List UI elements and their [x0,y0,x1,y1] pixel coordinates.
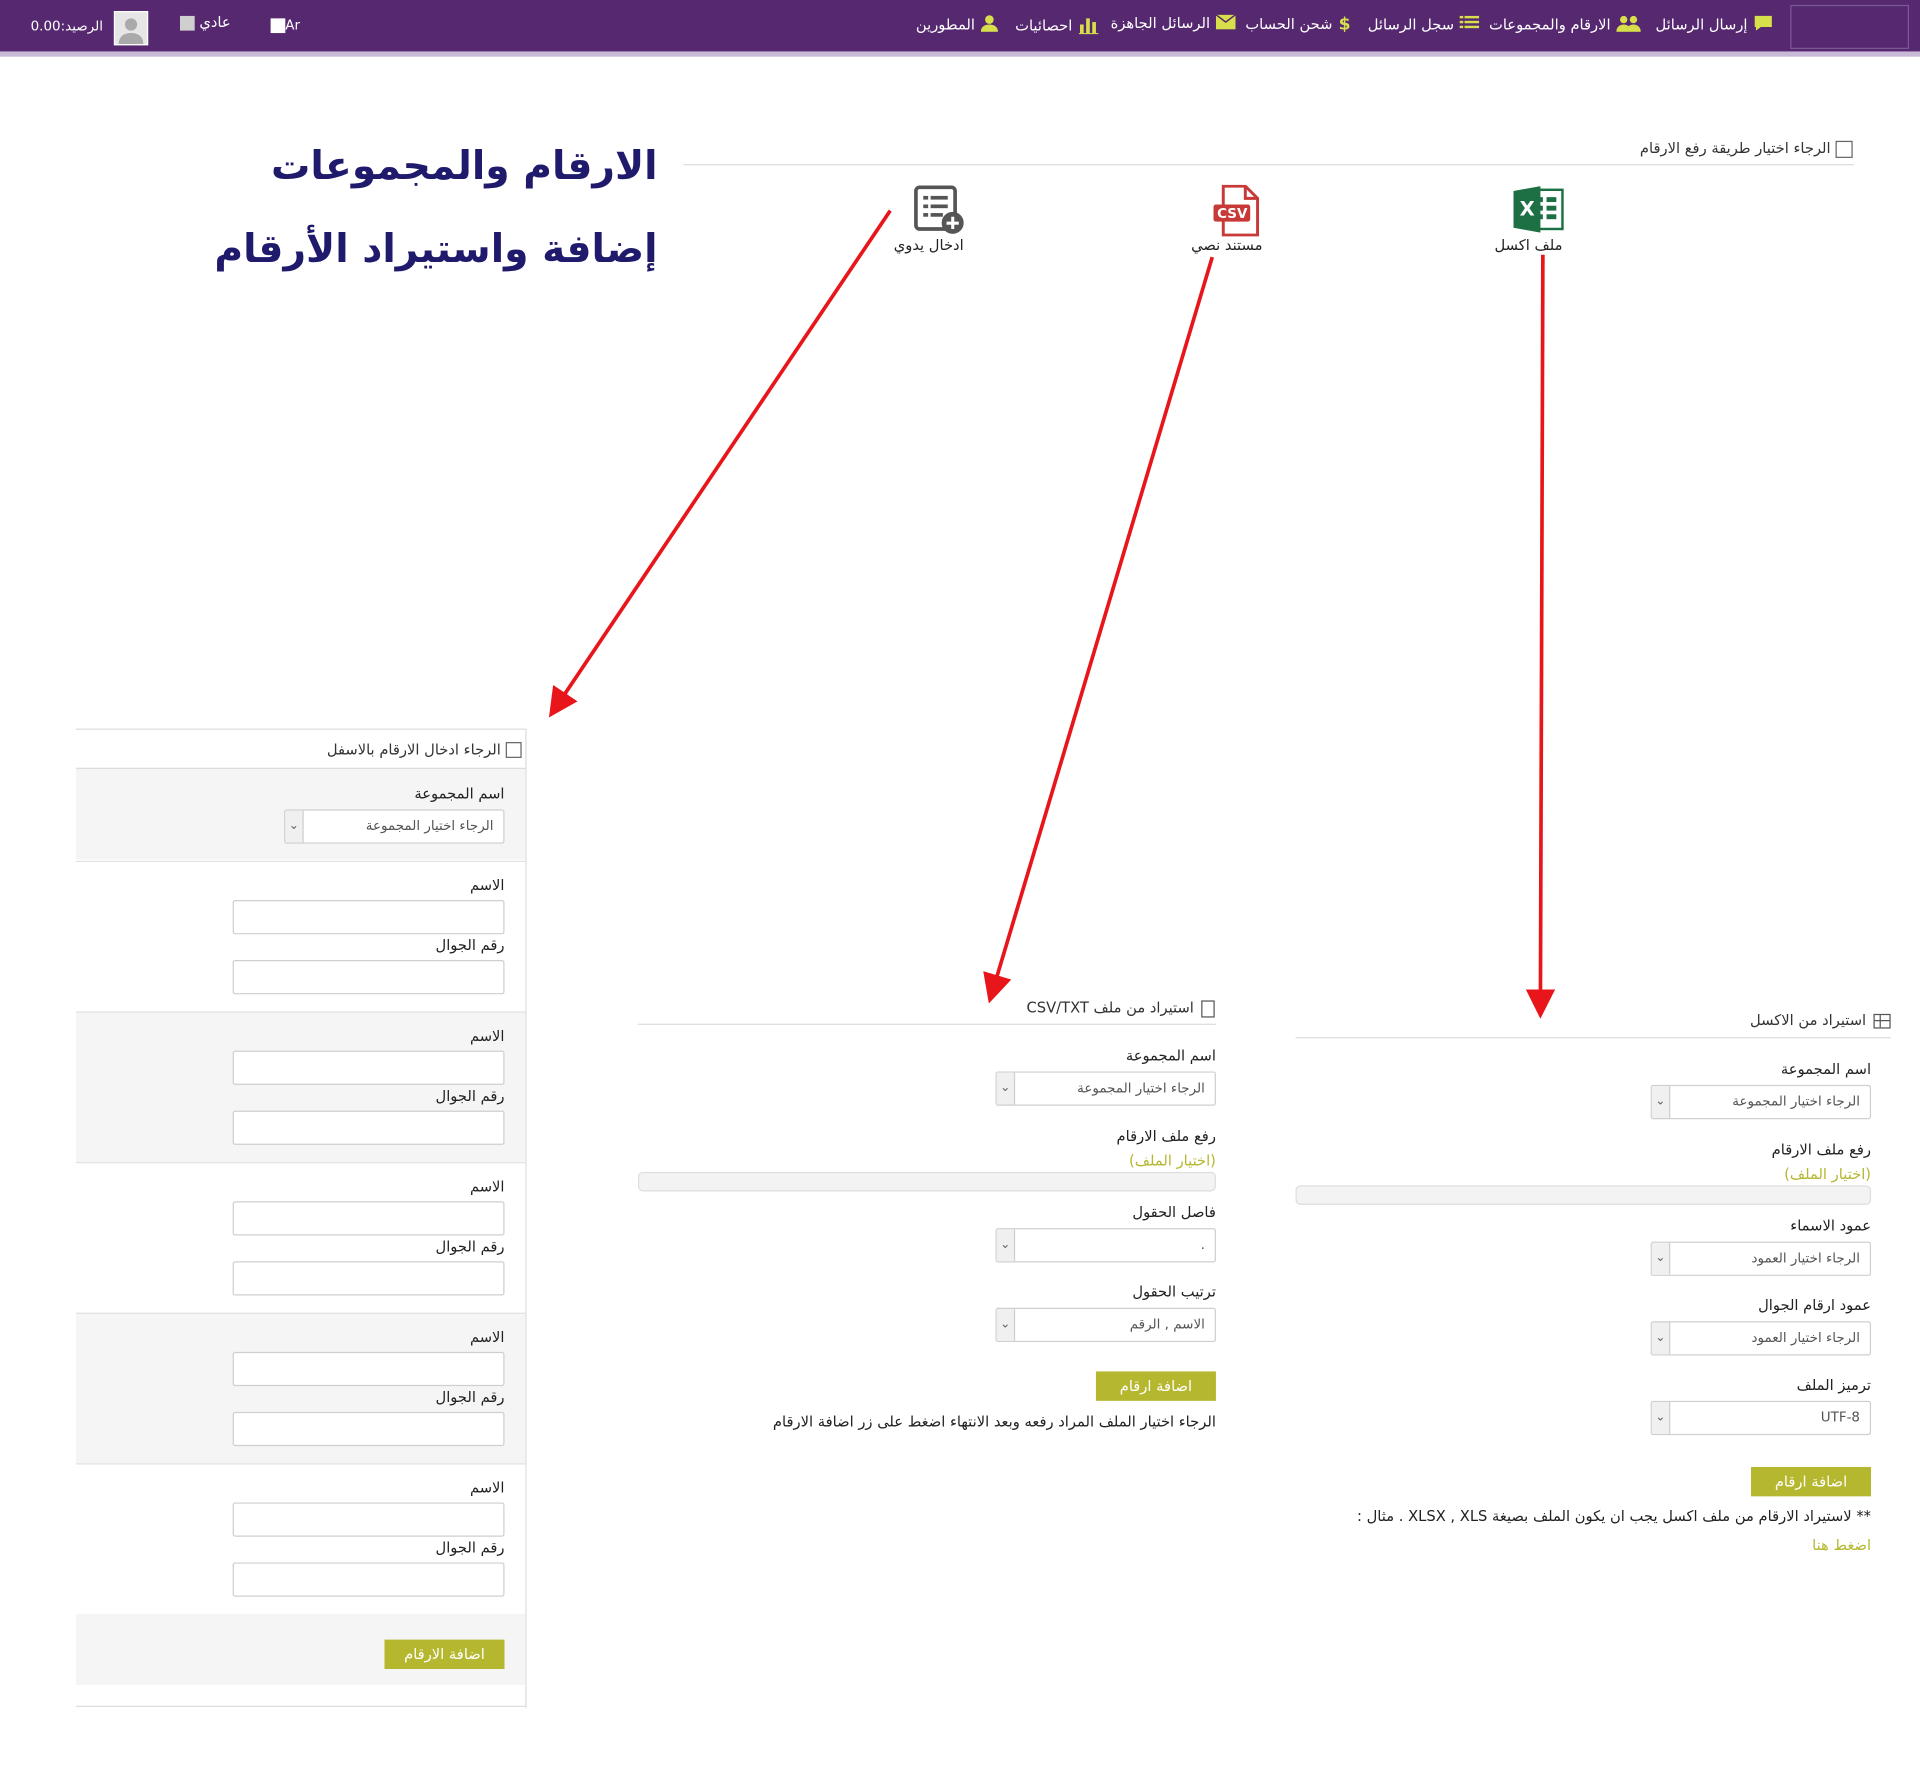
csv-choose-file-link[interactable]: (اختيار الملف) [1129,1152,1216,1169]
mobile-input[interactable] [232,1562,505,1597]
name-input[interactable] [232,1201,505,1236]
chevron-down-icon: ⌄ [1651,1322,1671,1355]
csv-add-numbers-button[interactable]: اضافة ارقام [1095,1371,1216,1401]
csv-separator-select[interactable]: . ⌄ [995,1228,1216,1263]
edit-icon [505,742,522,758]
mobile-input[interactable] [232,1110,505,1145]
excel-encoding-select[interactable]: UTF-8 ⌄ [1650,1400,1872,1436]
divider [637,1023,1216,1025]
manual-add-numbers-button[interactable]: اضافة الارقام [384,1639,505,1669]
arrow-to-manual [548,209,892,718]
excel-panel: استيراد من الاكسل اسم المجموعة الرجاء اخ… [1295,1007,1891,1558]
mobile-input[interactable] [232,960,505,995]
name-input[interactable] [232,1050,505,1085]
manual-entry-row: الاسم رقم الجوال [75,860,526,1013]
excel-upload-progress [1295,1185,1872,1205]
name-input[interactable] [232,1351,505,1387]
csv-panel: استيراد من ملف CSV/TXT اسم المجموعة الرج… [637,994,1216,1447]
excel-group-select[interactable]: الرجاء اختيار المجموعة ⌄ [1650,1084,1872,1120]
manual-entry-row: الاسم رقم الجوال [75,1011,526,1164]
chevron-down-icon: ⌄ [1651,1242,1671,1275]
manual-group-section: اسم المجموعة الرجاء اختيار المجموعة ⌄ [75,768,526,860]
excel-heading: استيراد من الاكسل [1750,1011,1891,1029]
excel-add-numbers-button[interactable]: اضافة ارقام [1751,1466,1872,1497]
chevron-down-icon: ⌄ [996,1308,1016,1341]
arrow-to-csv [983,256,1215,1004]
manual-entry-row: الاسم رقم الجوال [75,1312,526,1465]
manual-heading: الرجاء ادخال الارقام بالاسفل [327,741,522,758]
csv-order-select[interactable]: الاسم , الرقم ⌄ [995,1307,1216,1343]
csv-heading: استيراد من ملف CSV/TXT [1027,999,1215,1017]
divider [75,1705,526,1707]
file-icon [1201,999,1215,1017]
divider [75,728,526,730]
table-icon [1873,1013,1891,1028]
name-input[interactable] [232,1502,505,1537]
excel-names-column-select[interactable]: الرجاء اختيار العمود ⌄ [1650,1241,1872,1276]
chevron-down-icon: ⌄ [1651,1402,1671,1434]
chevron-down-icon: ⌄ [996,1072,1016,1105]
excel-choose-file-link[interactable]: (اختيار الملف) [1784,1166,1871,1183]
chevron-down-icon: ⌄ [996,1229,1016,1262]
arrow-to-excel [1525,254,1556,1019]
excel-mobile-column-select[interactable]: الرجاء اختيار العمود ⌄ [1650,1321,1872,1356]
divider [1295,1037,1891,1039]
manual-entry-row: الاسم رقم الجوال [75,1162,526,1314]
csv-upload-progress [637,1171,1216,1192]
mobile-input[interactable] [232,1261,505,1296]
csv-note: الرجاء اختيار الملف المراد رفعه وبعد الا… [772,1413,1216,1431]
chevron-down-icon: ⌄ [285,810,304,843]
mobile-input[interactable] [232,1411,505,1447]
name-input[interactable] [232,900,505,935]
chevron-down-icon: ⌄ [1651,1086,1671,1118]
excel-example-link[interactable]: اضغط هنا [1812,1537,1871,1554]
excel-note: ** لاستيراد الارقام من ملف اكسل يجب ان ي… [1357,1507,1872,1525]
manual-submit-section: اضافة الارقام [75,1613,526,1685]
manual-panel: الرجاء ادخال الارقام بالاسفل اسم المجموع… [75,728,527,1709]
manual-entry-row: الاسم رقم الجوال [75,1463,526,1616]
csv-group-select[interactable]: الرجاء اختيار المجموعة ⌄ [995,1071,1216,1106]
manual-group-select[interactable]: الرجاء اختيار المجموعة ⌄ [284,809,505,844]
